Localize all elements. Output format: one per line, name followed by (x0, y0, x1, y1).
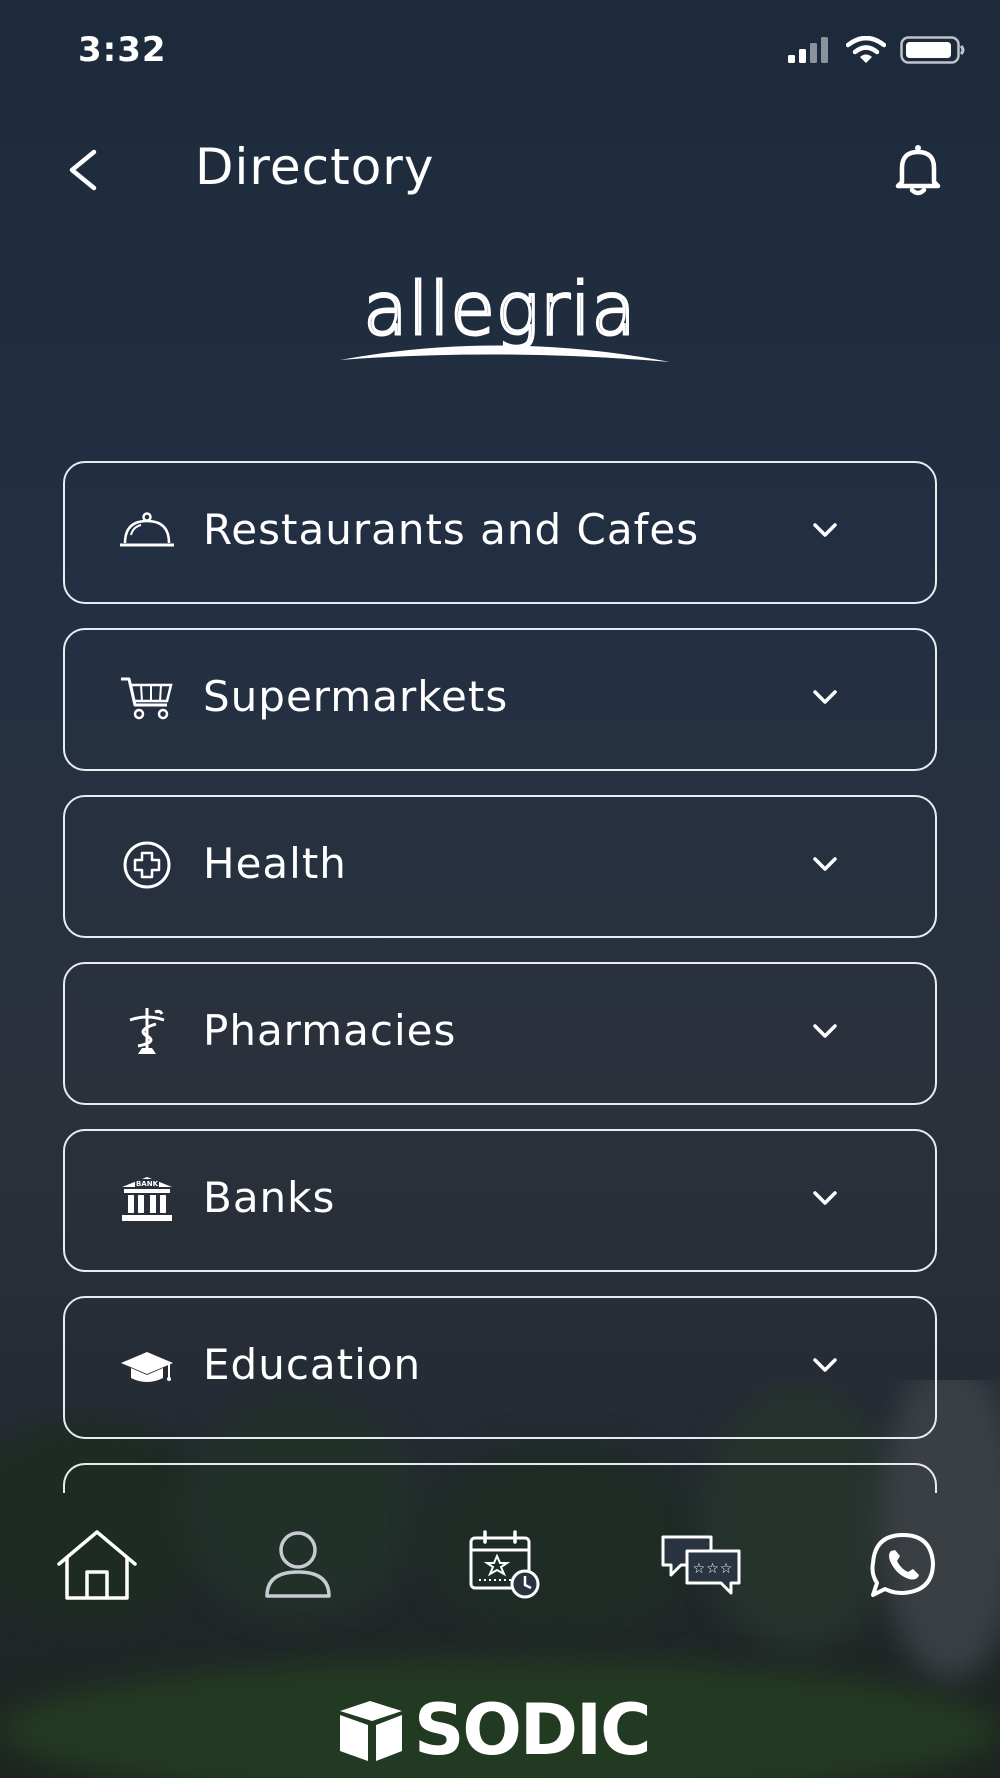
directory-item-banks[interactable]: BANK Banks (63, 1129, 937, 1272)
graduation-cap-icon (117, 1338, 177, 1394)
back-button[interactable] (58, 140, 108, 200)
chevron-down-icon[interactable] (811, 1020, 839, 1042)
tab-profile[interactable] (253, 1520, 343, 1610)
medical-cross-icon (117, 837, 177, 893)
directory-item-label: Education (203, 1340, 422, 1389)
sodic-logo: SODIC (336, 1689, 672, 1771)
tab-reviews[interactable]: ☆☆☆ (656, 1520, 746, 1610)
chat-bubbles-icon: ☆☆☆ (661, 1535, 741, 1595)
calendar-star-icon (469, 1530, 540, 1599)
directory-item-education[interactable]: Education (63, 1296, 937, 1439)
directory-item-health[interactable]: Health (63, 795, 937, 938)
directory-item-restaurants[interactable]: Restaurants and Cafes (63, 461, 937, 604)
cloche-icon (117, 503, 177, 559)
user-icon (265, 1531, 331, 1598)
sodic-wordmark: SODIC (414, 1689, 651, 1771)
wifi-icon (846, 36, 886, 63)
status-bar: 3:32 (0, 0, 1000, 100)
directory-item-supermarkets[interactable]: Supermarkets (63, 628, 937, 771)
directory-item-label: Restaurants and Cafes (203, 505, 700, 554)
tab-home[interactable] (52, 1520, 142, 1610)
bank-icon: BANK (117, 1171, 177, 1227)
bell-icon (895, 145, 941, 196)
home-icon (57, 1530, 137, 1600)
chevron-down-icon[interactable] (811, 853, 839, 875)
tab-whatsapp[interactable] (858, 1520, 948, 1610)
directory-list: Restaurants and Cafes Supermarkets Healt… (63, 461, 937, 1493)
signal-icon (788, 37, 828, 63)
allegria-logo: allegria (320, 266, 680, 382)
tab-events[interactable] (460, 1520, 550, 1610)
logo-wordmark: allegria (363, 272, 636, 351)
chevron-down-icon[interactable] (811, 519, 839, 541)
directory-item-label: Banks (203, 1173, 336, 1222)
directory-item-label: Supermarkets (203, 672, 509, 721)
chevron-down-icon[interactable] (811, 686, 839, 708)
svg-text:BANK: BANK (136, 1180, 159, 1188)
bottom-tab-bar: ☆☆☆ (0, 1520, 1000, 1620)
shopping-cart-icon (117, 670, 177, 726)
header: Directory (0, 120, 1000, 220)
status-icons (788, 36, 966, 64)
directory-item-label: Health (203, 839, 347, 888)
directory-item-pharmacies[interactable]: Pharmacies (63, 962, 937, 1105)
directory-item-label: Pharmacies (203, 1006, 457, 1055)
chevron-down-icon[interactable] (811, 1354, 839, 1376)
status-time: 3:32 (78, 30, 167, 70)
sodic-cube-icon (340, 1701, 402, 1761)
caduceus-icon (117, 1004, 177, 1060)
chevron-left-icon (69, 149, 97, 191)
battery-icon (900, 36, 965, 64)
directory-item-partial[interactable] (63, 1463, 937, 1493)
page-title: Directory (195, 138, 435, 196)
whatsapp-icon (870, 1533, 935, 1597)
chevron-down-icon[interactable] (811, 1187, 839, 1209)
svg-text:☆☆☆: ☆☆☆ (693, 1561, 734, 1577)
notifications-button[interactable] (888, 140, 948, 200)
